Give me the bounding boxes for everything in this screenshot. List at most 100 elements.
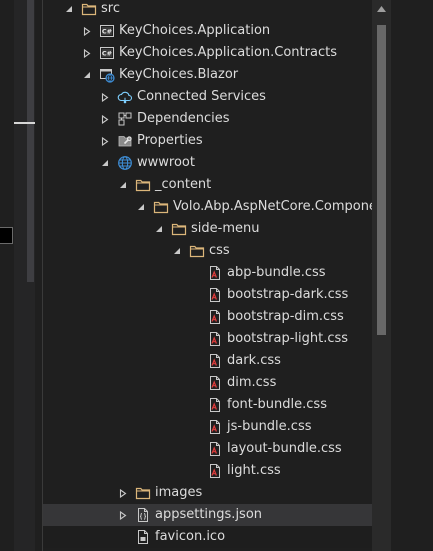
- tree-item-keychoices-blazor[interactable]: KeyChoices.Blazor: [43, 64, 372, 86]
- expanded-arrow-icon[interactable]: [133, 196, 149, 218]
- tree-item-label: bootstrap-dark.css: [227, 287, 349, 302]
- tree-item-label: Dependencies: [137, 111, 230, 126]
- tree-item-label: layout-bundle.css: [227, 441, 342, 456]
- tree-item-label: wwwroot: [137, 155, 195, 170]
- css-file-icon: [207, 265, 223, 281]
- folder-icon: [171, 221, 187, 237]
- css-file-icon: [207, 397, 223, 413]
- left-gutter: [0, 0, 14, 551]
- tree-item-label: light.css: [227, 463, 281, 478]
- tree-item-keychoices-application[interactable]: C# KeyChoices.Application: [43, 20, 372, 42]
- collapsed-arrow-icon[interactable]: [115, 504, 131, 526]
- tree-item-appsettings-json[interactable]: appsettings.json: [43, 504, 372, 526]
- tree-item-label: css: [209, 243, 230, 258]
- tree-item-label: side-menu: [191, 221, 260, 236]
- left-marker: [0, 227, 13, 244]
- tree-item-keychoices-application-contracts[interactable]: C# KeyChoices.Application.Contracts: [43, 42, 372, 64]
- json-file-icon: [135, 507, 151, 523]
- tree-item-label: abp-bundle.css: [227, 265, 326, 280]
- tree-item-label: src: [101, 1, 120, 16]
- css-file-icon: [207, 463, 223, 479]
- css-file-icon: [207, 287, 223, 303]
- tree-item-bootstrap-dark-css[interactable]: bootstrap-dark.css: [43, 284, 372, 306]
- tree-item-label: bootstrap-dim.css: [227, 309, 344, 324]
- css-file-icon: [207, 353, 223, 369]
- tree-item-dim-css[interactable]: dim.css: [43, 372, 372, 394]
- svg-text:C#: C#: [102, 28, 112, 36]
- tree-item-label: js-bundle.css: [227, 419, 312, 434]
- css-file-icon: [207, 419, 223, 435]
- svg-text:C#: C#: [102, 50, 112, 58]
- tree-item-label: _content: [155, 177, 212, 192]
- favicon-file-icon: [135, 529, 151, 545]
- expanded-arrow-icon[interactable]: [79, 64, 95, 86]
- blazor-project-icon: [99, 67, 115, 83]
- tree-item-label: KeyChoices.Application: [119, 23, 271, 38]
- solution-explorer-window: src C# KeyChoices.Application C# KeyChoices.…: [0, 0, 433, 551]
- collapsed-arrow-icon[interactable]: [79, 20, 95, 42]
- tree-item-label: KeyChoices.Application.Contracts: [119, 45, 337, 60]
- left-splitter[interactable]: [14, 0, 35, 551]
- folder-icon: [135, 485, 151, 501]
- tree-item-label: dark.css: [227, 353, 281, 368]
- tree-item-properties[interactable]: Properties: [43, 130, 372, 152]
- dependencies-icon: [117, 111, 133, 127]
- tree-item-label: Properties: [137, 133, 203, 148]
- collapsed-arrow-icon[interactable]: [115, 482, 131, 504]
- vertical-scrollbar-thumb[interactable]: [377, 25, 386, 335]
- collapsed-arrow-icon[interactable]: [97, 130, 113, 152]
- tree-item-font-bundle-css[interactable]: font-bundle.css: [43, 394, 372, 416]
- folder-icon: [81, 1, 97, 17]
- tree-item-label: dim.css: [227, 375, 277, 390]
- folder-icon: [189, 243, 205, 259]
- css-file-icon: [207, 375, 223, 391]
- left-scrollbar-thumb[interactable]: [27, 0, 34, 282]
- expanded-arrow-icon[interactable]: [151, 218, 167, 240]
- tree-item-src[interactable]: src: [43, 0, 372, 20]
- tree-item-label: KeyChoices.Blazor: [119, 67, 239, 82]
- tree-item-label: font-bundle.css: [227, 397, 327, 412]
- tree-item-css[interactable]: css: [43, 240, 372, 262]
- tree-item-label: bootstrap-light.css: [227, 331, 349, 346]
- css-file-icon: [207, 441, 223, 457]
- tree-item-light-css[interactable]: light.css: [43, 460, 372, 482]
- expanded-arrow-icon[interactable]: [169, 240, 185, 262]
- folder-icon: [135, 177, 151, 193]
- tree-item-js-bundle-css[interactable]: js-bundle.css: [43, 416, 372, 438]
- tree-item-connected-services[interactable]: Connected Services: [43, 86, 372, 108]
- splitter-handle[interactable]: [14, 122, 35, 124]
- tree-item-label: images: [155, 485, 203, 500]
- tree-item-wwwroot[interactable]: wwwroot: [43, 152, 372, 174]
- vertical-scrollbar[interactable]: [372, 0, 391, 551]
- tree-item-volo-abp-aspnetcore-components[interactable]: Volo.Abp.AspNetCore.Components: [43, 196, 372, 218]
- expanded-arrow-icon[interactable]: [115, 174, 131, 196]
- connected-services-icon: [117, 89, 133, 105]
- tree-item-abp-bundle-css[interactable]: abp-bundle.css: [43, 262, 372, 284]
- properties-icon: [117, 133, 133, 149]
- globe-icon: [117, 155, 133, 171]
- tree-item-bootstrap-light-css[interactable]: bootstrap-light.css: [43, 328, 372, 350]
- csharp-project-icon: C#: [99, 45, 115, 61]
- tree-item-label: appsettings.json: [155, 507, 263, 522]
- tree-item-images[interactable]: images: [43, 482, 372, 504]
- expanded-arrow-icon[interactable]: [61, 0, 77, 20]
- solution-tree: src C# KeyChoices.Application C# KeyChoices.…: [43, 0, 372, 551]
- folder-icon: [153, 199, 169, 215]
- expanded-arrow-icon[interactable]: [97, 152, 113, 174]
- tree-item-favicon-ico[interactable]: favicon.ico: [43, 526, 372, 548]
- tree-item-layout-bundle-css[interactable]: layout-bundle.css: [43, 438, 372, 460]
- collapsed-arrow-icon[interactable]: [79, 42, 95, 64]
- tree-item-label: favicon.ico: [155, 529, 226, 544]
- tree-item-content[interactable]: _content: [43, 174, 372, 196]
- right-pane: [391, 0, 433, 551]
- tree-item-side-menu[interactable]: side-menu: [43, 218, 372, 240]
- collapsed-arrow-icon[interactable]: [97, 86, 113, 108]
- collapsed-arrow-icon[interactable]: [97, 108, 113, 130]
- css-file-icon: [207, 309, 223, 325]
- tree-item-label: Volo.Abp.AspNetCore.Components: [173, 199, 372, 214]
- tree-item-dark-css[interactable]: dark.css: [43, 350, 372, 372]
- tree-item-bootstrap-dim-css[interactable]: bootstrap-dim.css: [43, 306, 372, 328]
- scroll-up-arrow-icon[interactable]: [372, 0, 391, 18]
- css-file-icon: [207, 331, 223, 347]
- tree-item-dependencies[interactable]: Dependencies: [43, 108, 372, 130]
